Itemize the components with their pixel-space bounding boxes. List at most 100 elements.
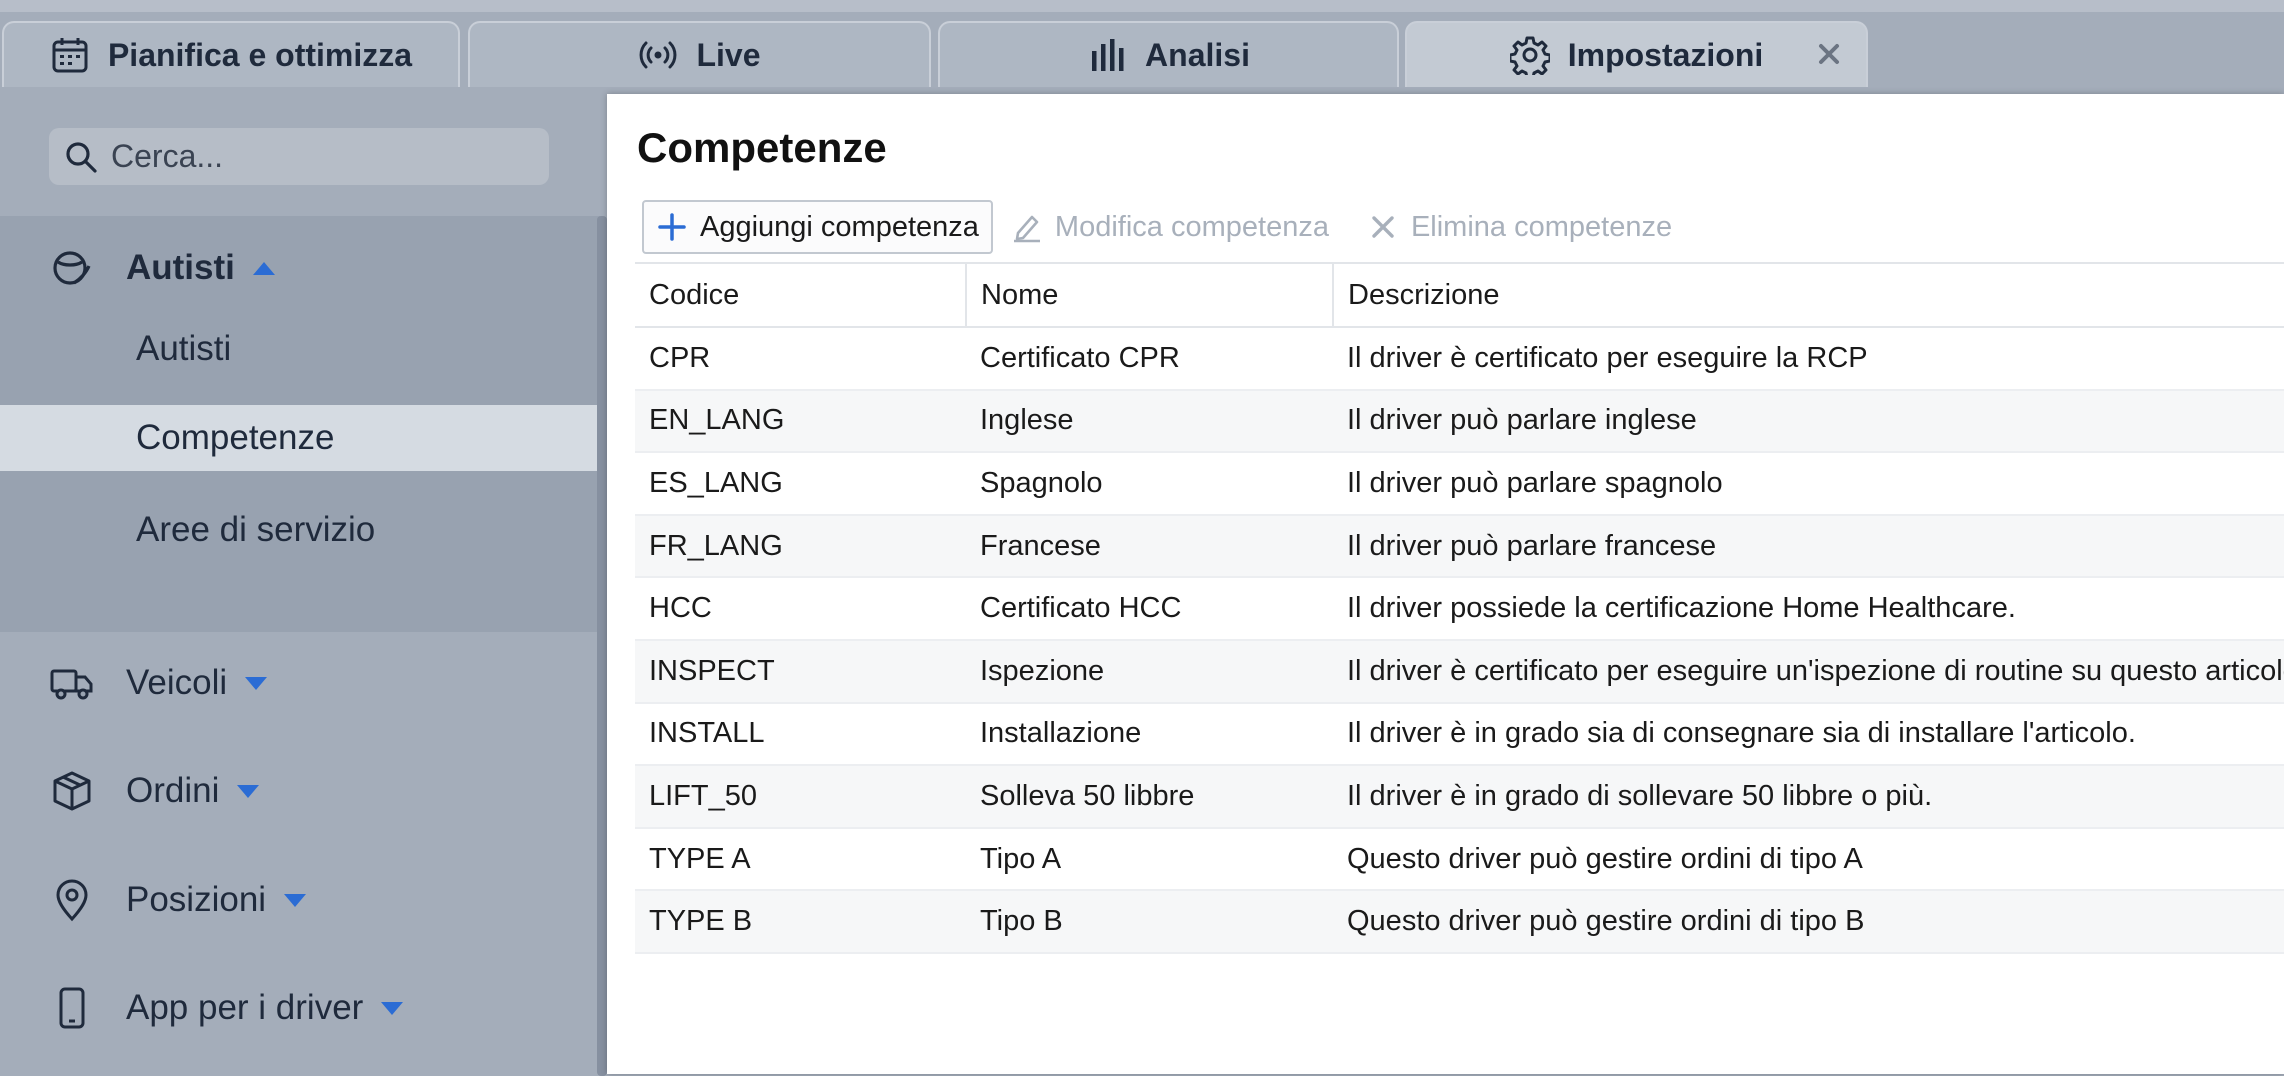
nav-label: Ordini	[126, 771, 220, 810]
cell-descrizione: Il driver può parlare francese	[1333, 514, 2284, 579]
nav-label: App per i driver	[126, 988, 364, 1027]
sidebar-search	[49, 128, 549, 185]
cell-descrizione: Questo driver può gestire ordini di tipo…	[1333, 827, 2284, 892]
cell-codice: HCC	[635, 577, 966, 641]
cell-codice: EN_LANG	[635, 389, 966, 454]
calendar-icon	[52, 38, 88, 73]
sidebar-scrollbar[interactable]	[597, 216, 607, 1076]
tab-label: Pianifica e ottimizza	[107, 36, 413, 73]
nav-group-autisti: Autisti Autisti Competenze Aree di servi…	[0, 216, 607, 632]
nav-label: Posizioni	[126, 880, 267, 919]
nav-posizioni[interactable]: Posizioni	[50, 878, 308, 922]
package-icon	[53, 771, 91, 811]
table-row[interactable]: LIFT_50 Solleva 50 libbre Il driver è in g…	[635, 765, 2284, 829]
nav-autisti-header[interactable]: Autisti	[50, 246, 277, 290]
tab-impostazioni[interactable]: Impostazioni	[1405, 21, 1868, 87]
table-row[interactable]: ES_LANG Spagnolo Il driver può parlare spa…	[635, 452, 2284, 516]
main-panel: Competenze Aggiungi competenza Modifica …	[607, 94, 2284, 1074]
tab-bar-background	[0, 0, 2284, 12]
cell-nome: Certificato HCC	[966, 577, 1333, 641]
cell-nome: Inglese	[966, 389, 1333, 454]
add-skill-button[interactable]: Aggiungi competenza	[642, 200, 993, 254]
tab-live[interactable]: Live	[468, 21, 931, 87]
gear-icon	[1509, 36, 1550, 75]
plus-icon	[658, 213, 686, 241]
tab-analisi[interactable]: Analisi	[938, 21, 1399, 87]
truck-icon	[50, 669, 93, 700]
delete-skills-label: Elimina competenze	[1410, 210, 1673, 243]
column-header-descrizione[interactable]: Descrizione	[1332, 262, 2284, 328]
cell-codice: LIFT_50	[635, 765, 966, 829]
tab-label: Analisi	[1145, 36, 1250, 73]
sidebar-item-competenze[interactable]: Competenze	[0, 405, 607, 471]
cell-codice: CPR	[635, 327, 966, 391]
page-title: Competenze	[637, 124, 887, 171]
table-row[interactable]: EN_LANG Inglese Il driver può parlare ingl…	[635, 389, 2284, 454]
table-row[interactable]: FR_LANG Francese Il driver può parlare fra…	[635, 514, 2284, 579]
cell-descrizione: Il driver è certificato per eseguire un'…	[1333, 639, 2284, 704]
tab-label: Live	[696, 36, 761, 73]
table-row[interactable]: TYPE A Tipo A Questo driver può gestire or…	[635, 827, 2284, 892]
table-row[interactable]: HCC Certificato HCC Il driver possiede la …	[635, 577, 2284, 641]
chevron-up-icon	[252, 262, 275, 275]
sidebar-item-label: Aree di servizio	[136, 510, 376, 549]
cell-nome: Solleva 50 libbre	[966, 765, 1333, 829]
steering-wheel-icon	[53, 251, 91, 285]
edit-skill-button[interactable]: Modifica competenza	[999, 200, 1341, 254]
chevron-down-icon	[284, 894, 307, 907]
table-row[interactable]: CPR Certificato CPR Il driver è certificat…	[635, 327, 2284, 391]
edit-skill-label: Modifica competenza	[1054, 210, 1329, 243]
delete-skills-button[interactable]: Elimina competenze	[1355, 200, 1684, 254]
cell-descrizione: Il driver è in grado sia di consegnare s…	[1333, 702, 2284, 767]
sidebar-item-aree-servizio[interactable]: Aree di servizio	[0, 497, 607, 563]
cell-codice: INSPECT	[635, 639, 966, 704]
cell-nome: Installazione	[966, 702, 1333, 767]
search-input[interactable]	[109, 137, 533, 176]
bar-chart-icon	[1092, 39, 1124, 71]
nav-ordini[interactable]: Ordini	[50, 769, 261, 813]
add-skill-label: Aggiungi competenza	[700, 210, 979, 243]
cell-nome: Tipo A	[966, 827, 1333, 892]
nav-label: Autisti	[126, 248, 235, 287]
sidebar-item-label: Competenze	[136, 418, 335, 457]
cell-descrizione: Il driver è in grado di sollevare 50 lib…	[1333, 765, 2284, 829]
table-row[interactable]: INSTALL Installazione Il driver è in grado…	[635, 702, 2284, 767]
column-header-codice[interactable]: Codice	[635, 262, 966, 328]
tab-pianifica[interactable]: Pianifica e ottimizza	[2, 21, 460, 87]
cell-descrizione: Questo driver può gestire ordini di tipo…	[1333, 890, 2284, 954]
cell-codice: TYPE B	[635, 890, 966, 954]
cell-nome: Certificato CPR	[966, 327, 1333, 391]
tab-label: Impostazioni	[1567, 36, 1764, 73]
nav-app-driver[interactable]: App per i driver	[50, 986, 405, 1030]
cell-descrizione: Il driver è certificato per eseguire la …	[1333, 327, 2284, 391]
toolbar: Aggiungi competenza Modifica competenza …	[642, 200, 1684, 254]
broadcast-icon	[640, 41, 677, 69]
table-row[interactable]: TYPE B Tipo B Questo driver può gestire or…	[635, 890, 2284, 954]
phone-icon	[59, 987, 85, 1029]
close-icon	[1372, 216, 1394, 238]
nav-label: Veicoli	[126, 663, 228, 702]
cell-nome: Francese	[966, 514, 1333, 579]
cell-nome: Spagnolo	[966, 452, 1333, 516]
nav-veicoli[interactable]: Veicoli	[50, 661, 269, 705]
column-header-nome[interactable]: Nome	[965, 262, 1333, 328]
close-tab-button[interactable]	[1812, 37, 1846, 71]
cell-codice: INSTALL	[635, 702, 966, 767]
cell-nome: Tipo B	[966, 890, 1333, 954]
sidebar: Autisti Autisti Competenze Aree di servi…	[0, 87, 607, 1076]
cell-descrizione: Il driver può parlare spagnolo	[1333, 452, 2284, 516]
search-icon	[66, 141, 97, 173]
cell-codice: TYPE A	[635, 827, 966, 892]
chevron-down-icon	[245, 677, 268, 690]
sidebar-item-label: Autisti	[136, 329, 232, 368]
cell-descrizione: Il driver possiede la certificazione Hom…	[1333, 577, 2284, 641]
table-header-row: Codice Nome Descrizione	[635, 262, 2284, 328]
close-icon	[1819, 44, 1839, 64]
cell-codice: ES_LANG	[635, 452, 966, 516]
sidebar-item-autisti[interactable]: Autisti	[0, 316, 607, 382]
pencil-icon	[1013, 215, 1040, 243]
chevron-down-icon	[237, 785, 260, 798]
cell-nome: Ispezione	[966, 639, 1333, 704]
table-row[interactable]: INSPECT Ispezione Il driver è certificato …	[635, 639, 2284, 704]
skills-table: Codice Nome Descrizione CPR Certificato C…	[635, 262, 2284, 954]
